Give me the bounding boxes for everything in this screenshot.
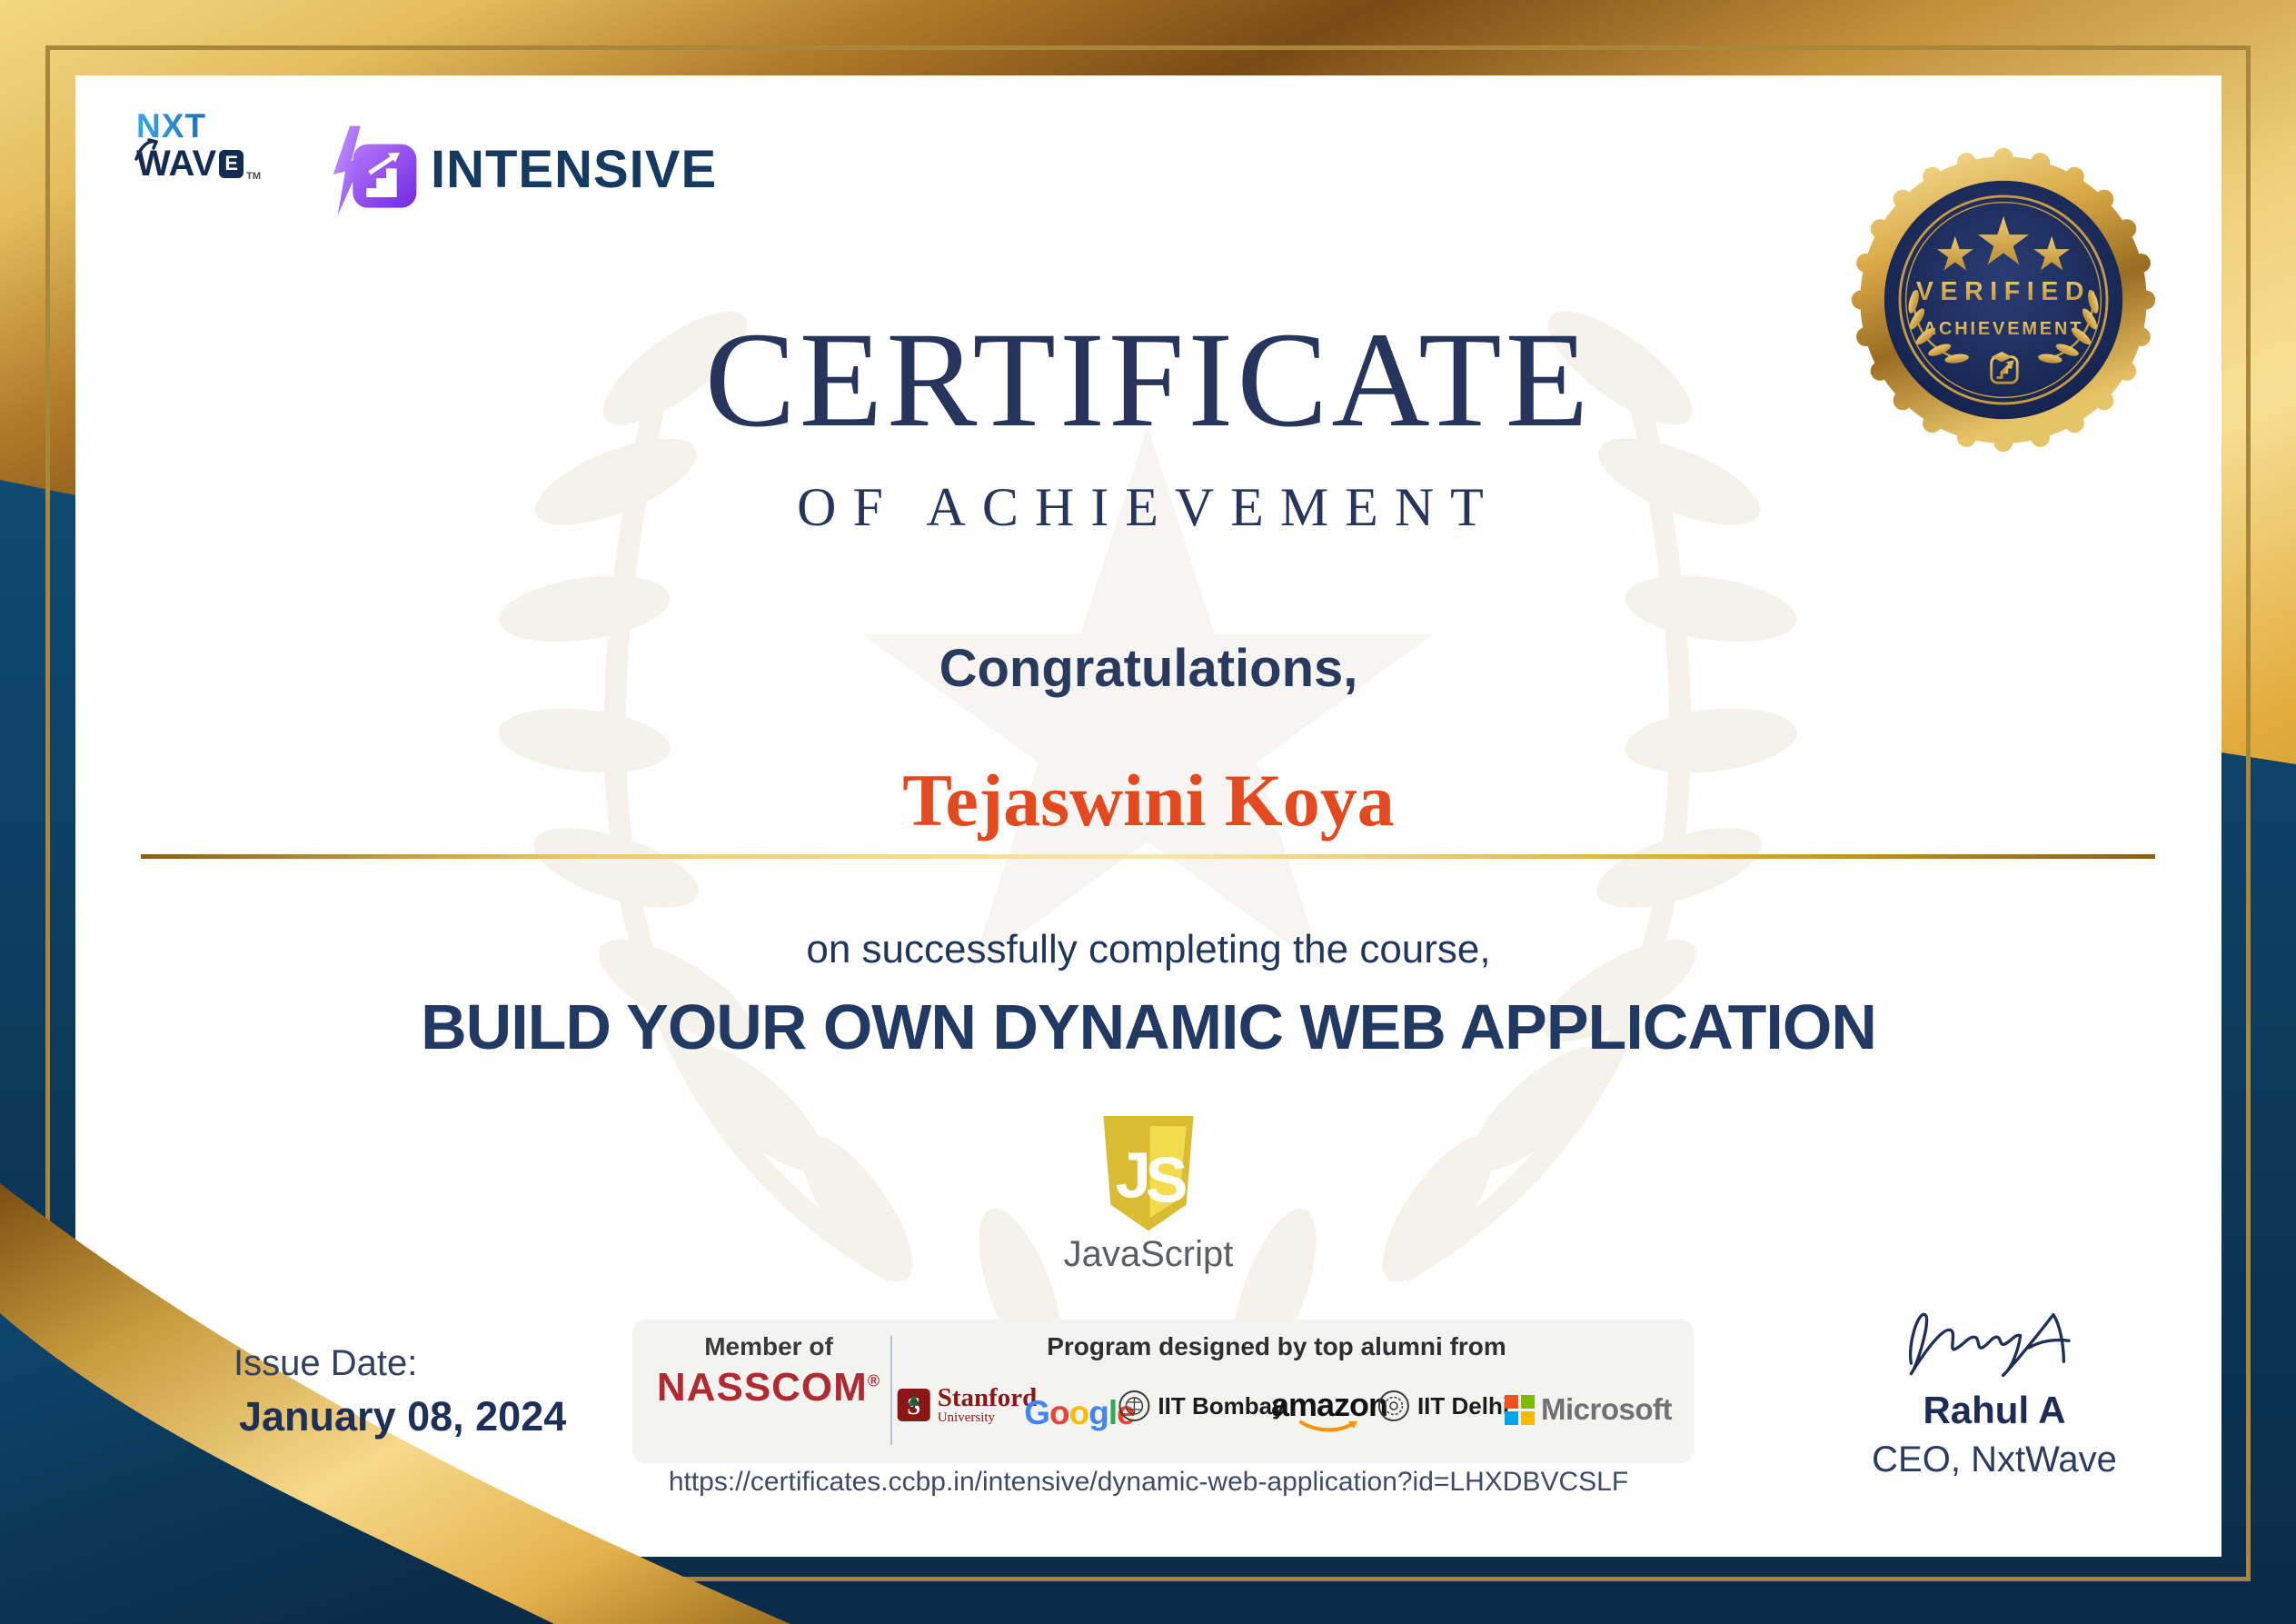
- iit-delhi-emblem-icon: [1377, 1390, 1409, 1421]
- stanford-university: University: [937, 1410, 996, 1425]
- wave-arrow-icon: [134, 138, 158, 161]
- svg-text:S: S: [1146, 1143, 1188, 1215]
- gold-divider-line: [141, 854, 2155, 859]
- microsoft-text: Microsoft: [1541, 1392, 1673, 1426]
- stanford-shield-icon: S: [897, 1389, 930, 1421]
- nasscom-text: NASSCOM: [656, 1365, 868, 1410]
- stanford-logo: S Stanford University: [897, 1383, 1038, 1425]
- iit-bombay-text: IIT Bombay: [1158, 1391, 1286, 1420]
- intensive-logo-icon: [333, 125, 417, 215]
- signature-image: [1908, 1312, 2071, 1378]
- microsoft-squares-icon: [1505, 1394, 1535, 1425]
- issue-date-value: January 08, 2024: [239, 1393, 567, 1440]
- nxtwave-logo-e: E: [219, 149, 244, 178]
- signatory-name: Rahul A: [1923, 1389, 2066, 1431]
- trademark-label: TM: [246, 171, 262, 182]
- intensive-logo-text: INTENSIVE: [431, 139, 718, 199]
- badge-verified-label: VERIFIED: [1916, 277, 2091, 306]
- iit-bombay-logo: IIT Bombay: [1117, 1389, 1286, 1423]
- amazon-text: amazon: [1270, 1386, 1388, 1423]
- certificate-subtitle: OF ACHIEVEMENT: [797, 477, 1500, 537]
- registered-mark: ®: [867, 1371, 881, 1390]
- completion-line: on successfully completing the course,: [806, 927, 1491, 971]
- program-designed-label: Program designed by top alumni from: [1047, 1332, 1506, 1360]
- iit-delhi-logo: IIT Delhi: [1377, 1389, 1509, 1423]
- certificate-title: CERTIFICATE: [704, 304, 1593, 455]
- signatory-title: CEO, NxtWave: [1872, 1440, 2117, 1480]
- course-title: BUILD YOUR OWN DYNAMIC WEB APPLICATION: [421, 991, 1877, 1062]
- nasscom-logo: NASSCOM®: [657, 1365, 880, 1410]
- greeting-text: Congratulations,: [939, 639, 1358, 698]
- stanford-name: Stanford: [937, 1383, 1038, 1412]
- strip-divider: [890, 1336, 892, 1445]
- technology-label: JavaScript: [1063, 1234, 1234, 1274]
- amazon-logo: amazon: [1270, 1386, 1388, 1434]
- iit-bombay-emblem-icon: [1118, 1390, 1150, 1421]
- certificate-page: NXT WAV E TM INTENSIVE VERIFIED ACHIEVEM…: [0, 0, 2296, 1624]
- amazon-smile-icon: [1298, 1420, 1357, 1432]
- microsoft-logo: Microsoft: [1505, 1392, 1673, 1427]
- javascript-logo-icon: J S: [1103, 1116, 1194, 1231]
- recipient-name: Tejaswini Koya: [902, 759, 1395, 842]
- iit-delhi-text: IIT Delhi: [1416, 1391, 1510, 1420]
- issue-date-block: Issue Date: January 08, 2024: [234, 1343, 566, 1440]
- member-of-label: Member of: [704, 1332, 833, 1360]
- issue-date-label: Issue Date:: [234, 1343, 418, 1383]
